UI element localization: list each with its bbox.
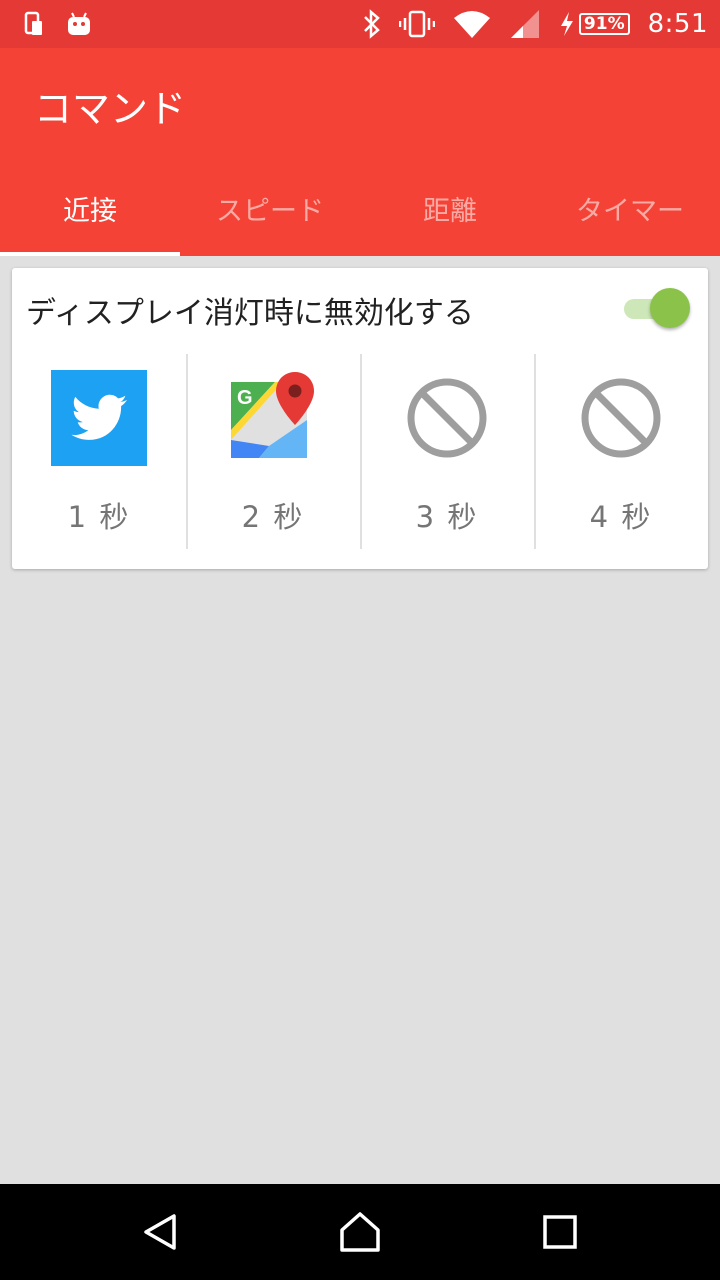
home-icon[interactable] [320, 1192, 400, 1272]
status-bar: 91% 8:51 [0, 0, 720, 48]
tab-proximity[interactable]: 近接 [0, 160, 180, 256]
slot-3-seconds[interactable]: 3 秒 [360, 354, 534, 549]
status-left [24, 11, 92, 37]
slot-label: 1 秒 [67, 500, 131, 534]
tab-distance[interactable]: 距離 [360, 160, 540, 256]
charging-icon [559, 11, 575, 37]
app-bar: コマンド 近接 スピード 距離 タイマー [0, 48, 720, 256]
status-right: 91% 8:51 [363, 9, 708, 39]
command-slots: 1 秒 G 2 秒 3 秒 4 秒 [12, 354, 708, 549]
twitter-icon [51, 370, 147, 466]
disable-on-screen-off-toggle[interactable] [624, 288, 690, 328]
device-icon [24, 11, 44, 37]
tab-speed[interactable]: スピード [180, 160, 360, 256]
battery-level: 91% [578, 13, 630, 35]
slot-label: 3 秒 [415, 500, 479, 534]
svg-text:G: G [237, 387, 253, 409]
google-maps-icon: G [225, 370, 321, 466]
card-title: ディスプレイ消灯時に無効化する [26, 296, 474, 331]
tab-bar: 近接 スピード 距離 タイマー [0, 160, 720, 256]
toggle-thumb [650, 288, 690, 328]
recents-icon[interactable] [520, 1192, 600, 1272]
page-title: コマンド [34, 87, 187, 131]
android-icon [66, 11, 92, 37]
slot-label: 4 秒 [589, 500, 653, 534]
slot-label: 2 秒 [241, 500, 305, 534]
slot-2-seconds[interactable]: G 2 秒 [186, 354, 360, 549]
command-card: ディスプレイ消灯時に無効化する 1 秒 G 2 秒 3 秒 4 秒 [12, 268, 708, 569]
slot-1-second[interactable]: 1 秒 [12, 354, 186, 549]
signal-icon [509, 9, 541, 39]
tab-timer[interactable]: タイマー [540, 160, 720, 256]
wifi-icon [453, 9, 491, 39]
slot-4-seconds[interactable]: 4 秒 [534, 354, 708, 549]
no-action-icon [399, 370, 495, 466]
bluetooth-icon [363, 9, 381, 39]
back-icon[interactable] [120, 1192, 200, 1272]
navigation-bar [0, 1184, 720, 1280]
battery-indicator: 91% [559, 11, 630, 37]
vibrate-icon [398, 10, 435, 38]
no-action-icon [573, 370, 669, 466]
status-clock: 8:51 [647, 9, 708, 39]
